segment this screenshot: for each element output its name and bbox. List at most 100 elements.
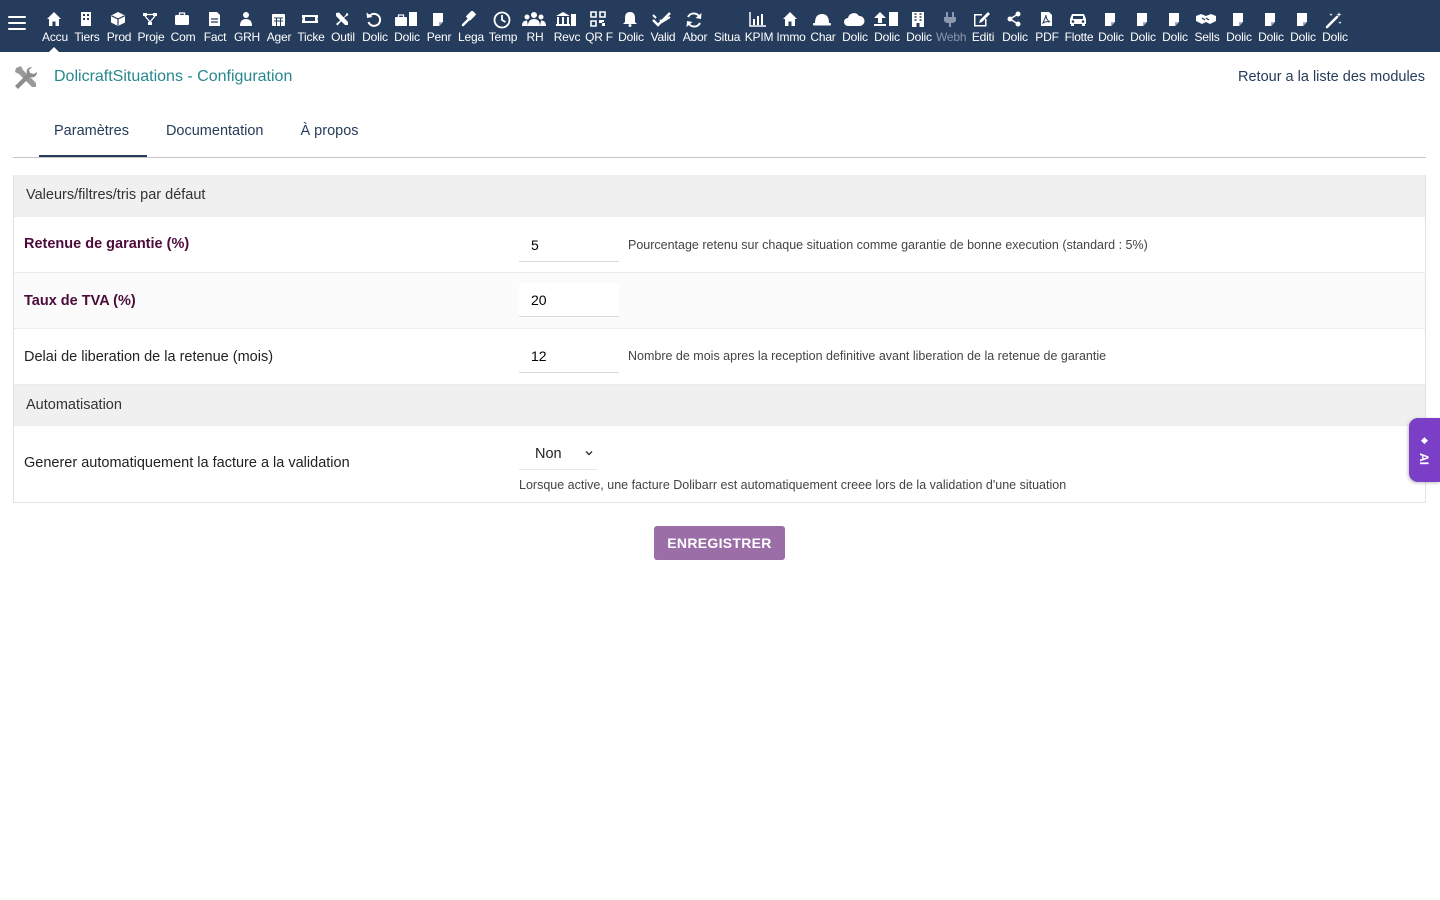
menu-item-label: Dolic — [362, 30, 388, 44]
tab-documentation[interactable]: Documentation — [151, 110, 282, 158]
menu-item-kpim[interactable]: KPIM — [742, 0, 774, 52]
sticky-note-icon — [1094, 10, 1126, 30]
menu-item-pdf[interactable]: PDF — [1030, 0, 1062, 52]
menu-item-immo[interactable]: Immo — [774, 0, 806, 52]
menu-item-dolic[interactable]: Dolic — [614, 0, 646, 52]
config-table: Valeurs/filtres/tris par défaut Retenue … — [13, 175, 1426, 503]
menu-item-ager[interactable]: Ager — [262, 0, 294, 52]
menu-item-valid[interactable]: Valid — [646, 0, 678, 52]
menu-item-dolic[interactable]: Dolic — [902, 0, 934, 52]
hard-hat-icon — [806, 10, 838, 30]
retenue-input[interactable] — [519, 228, 619, 262]
menu-item-dolic[interactable]: Dolic — [1222, 0, 1254, 52]
menu-item-lega[interactable]: Lega — [454, 0, 486, 52]
ai-tab-label: AI — [1417, 453, 1431, 465]
home-icon — [38, 10, 70, 30]
menu-item-grh[interactable]: GRH — [230, 0, 262, 52]
bell-icon — [614, 10, 646, 30]
menu-item-char[interactable]: Char — [806, 0, 838, 52]
menu-item-dolic[interactable]: Dolic — [838, 0, 870, 52]
menu-item-label: Sells — [1194, 30, 1220, 44]
menu-item-tiers[interactable]: Tiers — [70, 0, 102, 52]
menu-item-ticke[interactable]: Ticke — [294, 0, 326, 52]
calendar-icon — [262, 10, 294, 30]
menu-item-penr[interactable]: Penr — [422, 0, 454, 52]
menu-item-dolic[interactable]: Dolic — [1158, 0, 1190, 52]
menu-item-prod[interactable]: Prod — [102, 0, 134, 52]
pdf-icon — [1030, 10, 1062, 30]
menu-item-label: Dolic — [1258, 30, 1284, 44]
menu-item-dolic[interactable]: Dolic — [1126, 0, 1158, 52]
tab-a-propos[interactable]: À propos — [285, 110, 376, 158]
menu-item-fact[interactable]: Fact — [198, 0, 230, 52]
menu-item-dolic[interactable]: Dolic — [998, 0, 1030, 52]
chevron-down-icon — [585, 451, 593, 456]
menu-item-proje[interactable]: Proje — [134, 0, 166, 52]
top-menu-bar: Accu Tiers Prod Proje Com Fact GRH Ager Ticke Out… — [0, 0, 1440, 52]
menu-item-dolic[interactable]: Dolic — [358, 0, 390, 52]
menu-item-dolic[interactable]: Dolic — [1286, 0, 1318, 52]
menu-item-label: Dolic — [1290, 30, 1316, 44]
menu-item-label: Tiers — [74, 30, 100, 44]
page-title: DolicraftSituations - Configuration — [54, 68, 293, 85]
menu-item-qr-f[interactable]: QR F — [582, 0, 614, 52]
retenue-help: Pourcentage retenu sur chaque situation … — [628, 238, 1148, 252]
menu-item-label: Com — [170, 30, 196, 44]
setting-row-tva: Taux de TVA (%) — [14, 272, 1425, 328]
bank-icon — [550, 10, 582, 30]
delai-input[interactable] — [519, 339, 619, 373]
menu-item-label: Dolic — [906, 30, 932, 44]
back-to-modules-link[interactable]: Retour a la liste des modules — [1238, 69, 1425, 85]
tva-input[interactable] — [519, 283, 619, 317]
menu-item-webh[interactable]: Webh — [934, 0, 966, 52]
setting-row-retenue: Retenue de garantie (%) Pourcentage rete… — [14, 216, 1425, 272]
auto-invoice-select[interactable]: Non — [519, 438, 597, 470]
edit-icon — [966, 10, 998, 30]
menu-item-dolic[interactable]: Dolic — [1318, 0, 1350, 52]
menu-item-rh[interactable]: RH — [518, 0, 550, 52]
building-icon — [70, 10, 102, 30]
tab-bar: Paramètres Documentation À propos — [39, 110, 381, 158]
menu-item-editi[interactable]: Editi — [966, 0, 998, 52]
cloud-icon — [838, 10, 870, 30]
menu-item-label: Dolic — [1002, 30, 1028, 44]
auto-invoice-label: Generer automatiquement la facture a la … — [24, 455, 350, 471]
tabs-divider — [13, 157, 1426, 158]
menu-item-dolic[interactable]: Dolic — [1094, 0, 1126, 52]
tab-parametres[interactable]: Paramètres — [39, 110, 147, 158]
menu-item-label: Flotte — [1064, 30, 1094, 44]
menu-item-sells[interactable]: Sells — [1190, 0, 1222, 52]
menu-item-label: Dolic — [394, 30, 420, 44]
delai-help: Nombre de mois apres la reception defini… — [628, 349, 1107, 363]
menu-item-label: Dolic — [1098, 30, 1124, 44]
share-icon — [998, 10, 1030, 30]
menu-item-label: Prod — [106, 30, 132, 44]
auto-invoice-help: Lorsque active, une facture Dolibarr est… — [519, 478, 1067, 492]
menu-item-label: PDF — [1035, 30, 1059, 44]
qr-code-icon — [582, 10, 614, 30]
menu-item-abor[interactable]: Abor — [678, 0, 710, 52]
menu-item-dolic[interactable]: Dolic — [390, 0, 422, 52]
menu-item-outil[interactable]: Outil — [326, 0, 358, 52]
menu-item-label: Proje — [137, 30, 165, 44]
undo-icon — [358, 10, 390, 30]
handshake-icon — [1190, 10, 1222, 30]
tva-label: Taux de TVA (%) — [24, 293, 136, 309]
menu-item-temp[interactable]: Temp — [486, 0, 518, 52]
office-building-icon — [902, 10, 934, 30]
delai-label: Delai de liberation de la retenue (mois) — [24, 349, 274, 365]
menu-item-revc[interactable]: Revc — [550, 0, 582, 52]
save-button[interactable]: ENREGISTRER — [654, 526, 785, 560]
menu-item-com[interactable]: Com — [166, 0, 198, 52]
hamburger-menu-icon[interactable] — [8, 16, 26, 36]
ai-assistant-tab[interactable]: ◆ AI — [1409, 418, 1440, 482]
menu-item-dolic[interactable]: Dolic — [1254, 0, 1286, 52]
menu-item-label: Temp — [488, 30, 518, 44]
menu-item-situa[interactable]: Situa — [710, 0, 742, 52]
menu-item-flotte[interactable]: Flotte — [1062, 0, 1094, 52]
section-header-automatisation: Automatisation — [14, 384, 1425, 425]
menu-item-dolic[interactable]: Dolic — [870, 0, 902, 52]
menu-item-accu[interactable]: Accu — [38, 0, 70, 52]
upload-icon — [870, 10, 902, 30]
menu-item-label: Penr — [426, 30, 452, 44]
